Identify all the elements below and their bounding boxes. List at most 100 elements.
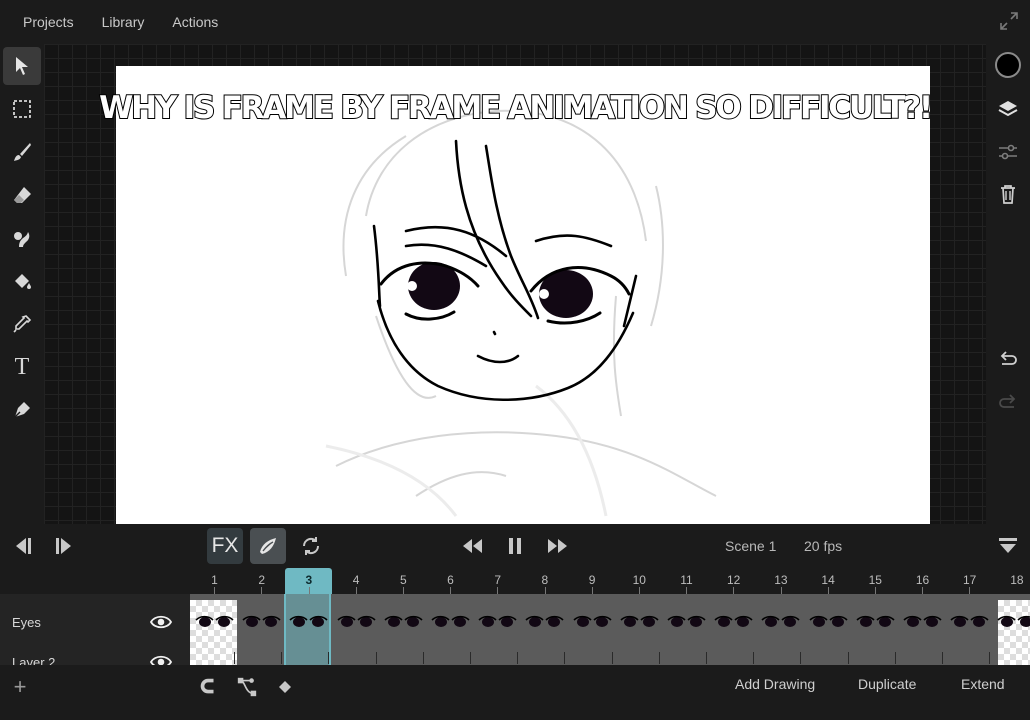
bottom-bar: + Add Drawing Duplicate Extend <box>0 665 1030 720</box>
onion-skin-button[interactable] <box>250 528 286 564</box>
frame-ruler[interactable]: 1 2 3 4 5 6 7 8 9 10 11 12 13 14 15 16 17 18 <box>190 568 1030 594</box>
frame-thumbnail-10 <box>620 615 659 627</box>
color-picker-button[interactable] <box>992 49 1024 81</box>
frame-number-17[interactable]: 17 <box>946 573 993 587</box>
extend-button[interactable]: Extend <box>961 676 1005 692</box>
video-caption: WHY IS FRAME BY FRAME ANIMATION SO DIFFI… <box>98 89 934 127</box>
brush-tool[interactable] <box>3 133 41 171</box>
layer2-frame-mark <box>375 652 377 664</box>
frame-number-14[interactable]: 14 <box>805 573 852 587</box>
ruler-tick <box>969 587 971 594</box>
keyframe-button[interactable] <box>273 675 297 699</box>
next-frame-button[interactable] <box>48 528 84 564</box>
fx-button[interactable]: FX <box>207 528 243 564</box>
fill-tool[interactable] <box>3 262 41 300</box>
eye-icon[interactable] <box>150 654 172 665</box>
frame-number-12[interactable]: 12 <box>710 573 757 587</box>
layers-button[interactable] <box>992 93 1024 125</box>
frame-number-8[interactable]: 8 <box>521 573 568 587</box>
fps-selector[interactable]: 20 fps <box>804 538 842 554</box>
marquee-tool[interactable] <box>3 90 41 128</box>
layer-row-2[interactable]: Layer 2 <box>0 650 190 665</box>
plus-icon: + <box>13 674 27 699</box>
motion-path-button[interactable] <box>235 675 259 699</box>
step-back-icon <box>16 538 31 554</box>
select-arrow-icon <box>16 57 28 75</box>
eraser-tool[interactable] <box>3 176 41 214</box>
ruler-tick <box>403 587 404 594</box>
frame-cell-18[interactable] <box>998 600 1030 665</box>
ruler-tick <box>875 587 876 594</box>
frame-number-11[interactable]: 11 <box>663 573 710 587</box>
frame-thumbnail-12 <box>714 615 753 627</box>
add-layer-button[interactable]: + <box>8 674 32 699</box>
frame-thumbnail-15 <box>856 615 895 627</box>
adjustments-button[interactable] <box>992 136 1024 168</box>
undo-button[interactable] <box>992 344 1024 376</box>
top-menu-bar: Projects Library Actions <box>0 0 1030 44</box>
layer2-frame-mark <box>658 652 660 664</box>
frame-number-5[interactable]: 5 <box>380 573 427 587</box>
menu-projects[interactable]: Projects <box>23 14 74 30</box>
pen-tool[interactable] <box>3 391 41 429</box>
magnet-icon <box>200 678 214 694</box>
pause-icon <box>509 538 521 554</box>
frame-number-16[interactable]: 16 <box>899 573 946 587</box>
frame-number-1[interactable]: 1 <box>191 573 238 587</box>
menu-actions[interactable]: Actions <box>172 14 218 30</box>
fx-label: FX <box>211 534 239 557</box>
ruler-tick <box>639 587 640 594</box>
frame-cell-1[interactable] <box>190 600 237 665</box>
layer2-frame-mark <box>281 652 283 664</box>
smudge-tool[interactable] <box>3 219 41 257</box>
frame-number-6[interactable]: 6 <box>427 573 474 587</box>
text-tool-icon: T <box>14 353 30 380</box>
frame-number-9[interactable]: 9 <box>569 573 616 587</box>
ruler-tick <box>780 587 782 594</box>
frame-number-10[interactable]: 10 <box>616 573 663 587</box>
snap-button[interactable] <box>196 675 220 699</box>
ruler-tick <box>214 587 216 594</box>
path-nodes-icon <box>237 677 257 697</box>
fill-bucket-icon <box>15 274 31 289</box>
frame-track[interactable] <box>190 594 1030 665</box>
redo-button[interactable] <box>992 387 1024 419</box>
layer2-frame-mark <box>706 652 707 664</box>
frame-number-18[interactable]: 18 <box>993 573 1030 587</box>
frame-thumbnail-13 <box>761 615 800 627</box>
drawing-canvas[interactable] <box>116 66 930 524</box>
animation-app: Projects Library Actions T WHY IS FRAME … <box>0 0 1030 720</box>
layer2-frame-mark <box>564 652 566 664</box>
eyedropper-tool[interactable] <box>3 305 41 343</box>
frame-number-15[interactable]: 15 <box>852 573 899 587</box>
scene-selector[interactable]: Scene 1 <box>725 538 776 554</box>
frame-number-13[interactable]: 13 <box>757 573 804 587</box>
text-tool[interactable]: T <box>3 348 41 386</box>
pause-button[interactable] <box>497 528 533 564</box>
layer2-frame-mark <box>470 652 471 664</box>
layer-list: Eyes Layer 2 <box>0 594 190 665</box>
sliders-icon <box>999 144 1017 160</box>
ruler-tick <box>308 587 310 594</box>
ruler-tick <box>261 587 263 594</box>
undo-icon <box>1000 351 1017 365</box>
ruler-tick <box>827 587 829 594</box>
eye-icon[interactable] <box>150 614 172 630</box>
fast-forward-button[interactable] <box>540 528 576 564</box>
rewind-button[interactable] <box>454 528 490 564</box>
frame-number-7[interactable]: 7 <box>474 573 521 587</box>
menu-library[interactable]: Library <box>102 14 145 30</box>
select-tool[interactable] <box>3 47 41 85</box>
layer2-frame-mark <box>422 652 424 664</box>
loop-button[interactable] <box>293 528 329 564</box>
frame-thumbnail-9 <box>573 615 612 627</box>
frame-number-2[interactable]: 2 <box>238 573 285 587</box>
delete-button[interactable] <box>992 178 1024 210</box>
timeline-collapse-button[interactable] <box>990 528 1026 564</box>
layer-row-eyes[interactable]: Eyes <box>0 594 190 650</box>
duplicate-button[interactable]: Duplicate <box>858 676 916 692</box>
expand-icon[interactable] <box>998 10 1020 32</box>
prev-frame-button[interactable] <box>3 528 39 564</box>
frame-number-4[interactable]: 4 <box>333 573 380 587</box>
add-drawing-button[interactable]: Add Drawing <box>735 676 815 692</box>
